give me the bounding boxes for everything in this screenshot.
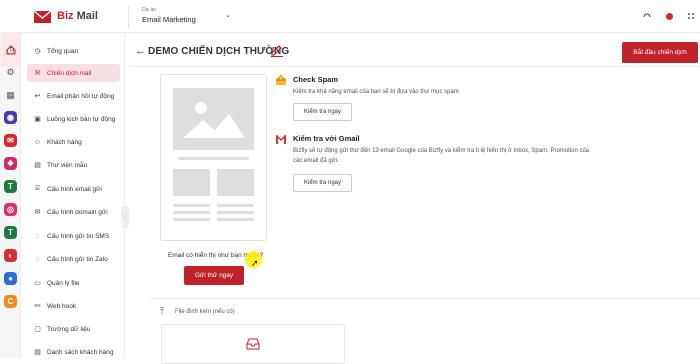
- placeholder-block: [173, 169, 210, 196]
- placeholder-line: [217, 218, 254, 221]
- top-bar: Biz Mail Dự án Email Marketing ⌄: [0, 0, 700, 33]
- check-spam-title: Check Spam: [293, 75, 339, 84]
- reply-icon: ↩: [34, 93, 41, 100]
- app-icon-mail[interactable]: ✉: [4, 134, 17, 147]
- sidebar-item-label: Quản lý file: [47, 279, 80, 287]
- page-title: DEMO CHIẾN DỊCH THƯỜNG: [148, 46, 290, 57]
- sidebar-item-label: Cấu hình email gửi: [47, 185, 102, 193]
- sidebar-item-label: Luồng kịch bản tự động: [47, 115, 116, 123]
- back-arrow-icon[interactable]: ←: [135, 45, 146, 57]
- app-icon-green-2[interactable]: T: [4, 226, 17, 239]
- sidebar-item-email-config[interactable]: ⌸ Cấu hình email gửi: [27, 180, 143, 198]
- upload-icon[interactable]: ⤒: [160, 306, 164, 317]
- sidebar-item-label: Cấu hình gửi tin Zalo: [47, 255, 108, 263]
- app-switcher-rail: ◷ ⚙ ▦ ◉ ✉ ❖ T ◎ T ◐ ● C: [0, 33, 21, 358]
- sidebar-item-label: Danh sách khách hàng: [47, 348, 114, 356]
- sidebar: ◷ Tổng quan ✉ Chiến dịch mail ↩ Email phản …: [22, 33, 125, 358]
- check-spam-description: Kiểm tra khả năng email của bạn sẽ bị đư…: [293, 89, 459, 95]
- sidebar-item-automation-flow[interactable]: ▣ Luồng kịch bản tự động: [27, 110, 143, 128]
- workspace-selector[interactable]: Email Marketing: [142, 15, 196, 24]
- app-icon-blue[interactable]: ●: [4, 272, 17, 285]
- sms-icon: ◌: [35, 232, 40, 240]
- apps-grid-icon[interactable]: [686, 11, 696, 21]
- app-icon-magenta[interactable]: ◎: [4, 203, 17, 216]
- users-icon: ☺: [33, 138, 42, 146]
- placeholder-line: [173, 218, 210, 221]
- spam-warning-icon: [276, 74, 286, 85]
- placeholder-line: [217, 211, 254, 214]
- notification-badge-icon[interactable]: [666, 13, 673, 20]
- sidebar-item-label: Email phản hồi tự động: [47, 92, 115, 100]
- check-spam-button[interactable]: Kiểm tra ngay: [293, 103, 352, 121]
- sidebar-item-label: Tổng quan: [47, 47, 79, 55]
- attachment-dropzone[interactable]: [161, 324, 345, 364]
- folder-icon: ▭: [34, 280, 41, 287]
- chevron-down-icon[interactable]: ⌄: [225, 11, 231, 19]
- app-icon-green[interactable]: T: [4, 180, 17, 193]
- sidebar-item-label: Chiến dịch mail: [47, 69, 92, 77]
- header-divider: [128, 6, 129, 28]
- sidebar-item-mail-campaign[interactable]: ✉ Chiến dịch mail: [27, 64, 120, 82]
- sidebar-item-overview[interactable]: ◷ Tổng quan: [27, 42, 143, 60]
- clock-icon: ◷: [34, 48, 41, 55]
- send-config-icon: ⌸: [35, 185, 40, 192]
- app-icon-orange[interactable]: C: [4, 295, 17, 308]
- edit-pencil-icon[interactable]: [270, 43, 284, 57]
- mouse-cursor-icon: ➚: [251, 258, 259, 268]
- sidebar-item-auto-reply[interactable]: ↩ Email phản hồi tự động: [27, 87, 143, 105]
- zalo-icon: ◌: [35, 255, 40, 263]
- placeholder-line: [173, 204, 210, 207]
- placeholder-line: [173, 211, 210, 214]
- webhook-icon: ⚯: [34, 303, 41, 310]
- app-icon-pink[interactable]: ❖: [4, 157, 17, 170]
- sidebar-item-sms-config[interactable]: ◌ Cấu hình gửi tin SMS: [27, 227, 143, 245]
- inbox-icon: [246, 338, 260, 350]
- sidebar-item-webhook[interactable]: ⚯ Web hook: [27, 297, 143, 315]
- placeholder-line: [217, 204, 254, 207]
- sidebar-item-file-manager[interactable]: ▭ Quản lý file: [27, 274, 143, 292]
- sidebar-item-zalo-config[interactable]: ◌ Cấu hình gửi tin Zalo: [27, 250, 143, 268]
- image-placeholder-icon: [173, 88, 254, 150]
- app-icon-red[interactable]: ◐: [4, 249, 17, 262]
- gmail-icon: [276, 135, 286, 144]
- clock-icon[interactable]: ◷: [4, 44, 17, 57]
- start-campaign-button[interactable]: Bắt đầu chiến dịch: [622, 42, 698, 63]
- sidebar-item-label: Khách hàng: [47, 138, 82, 146]
- sidebar-collapse-handle[interactable]: ‹: [121, 206, 129, 228]
- sidebar-item-label: Web hook: [47, 302, 77, 310]
- sidebar-item-label: Thư viện mẫu: [47, 161, 88, 169]
- section-divider: [150, 298, 700, 299]
- app-logo-text: Biz Mail: [57, 10, 98, 22]
- workspace-label: Dự án: [142, 7, 156, 13]
- sidebar-item-customer-list[interactable]: ▤ Danh sách khách hàng: [27, 343, 143, 361]
- email-preview-thumbnail: [160, 74, 267, 241]
- gmail-check-description-line-1: Bizfly sẽ tự động gửi thư đến 13 email G…: [293, 148, 590, 154]
- field-icon: ▢: [34, 326, 41, 333]
- bizmail-logo-icon: [34, 10, 51, 23]
- flow-icon: ▣: [34, 116, 41, 123]
- domain-icon: ✉: [34, 209, 41, 216]
- sidebar-item-data-fields[interactable]: ▢ Trường dữ liệu: [27, 320, 143, 338]
- sidebar-item-customers[interactable]: ☺ Khách hàng: [27, 133, 143, 151]
- list-icon: ▤: [34, 349, 41, 356]
- header-divider: [130, 66, 700, 67]
- gmail-check-title: Kiểm tra với Gmail: [293, 134, 360, 143]
- send-test-button[interactable]: Gửi thử ngay: [184, 266, 244, 285]
- gmail-check-description-line-2: các email đã gửi.: [293, 158, 339, 164]
- settings-icon[interactable]: ⚙: [4, 66, 17, 79]
- placeholder-block: [217, 169, 254, 196]
- sidebar-item-template-library[interactable]: ▤ Thư viện mẫu: [27, 156, 143, 174]
- library-icon: ▤: [34, 162, 41, 169]
- app-icon-purple[interactable]: ◉: [4, 111, 17, 124]
- mail-icon: ✉: [34, 70, 41, 77]
- sidebar-item-label: Cấu hình domain gửi: [47, 208, 108, 216]
- grid-icon[interactable]: ▦: [4, 89, 17, 102]
- attachment-label: File đính kèm (nếu có): [175, 309, 235, 315]
- placeholder-line: [178, 157, 249, 160]
- sidebar-item-label: Trường dữ liệu: [47, 325, 91, 333]
- sidebar-item-label: Cấu hình gửi tin SMS: [47, 232, 110, 240]
- gmail-check-button[interactable]: Kiểm tra ngay: [293, 174, 352, 192]
- headset-icon[interactable]: [642, 11, 652, 21]
